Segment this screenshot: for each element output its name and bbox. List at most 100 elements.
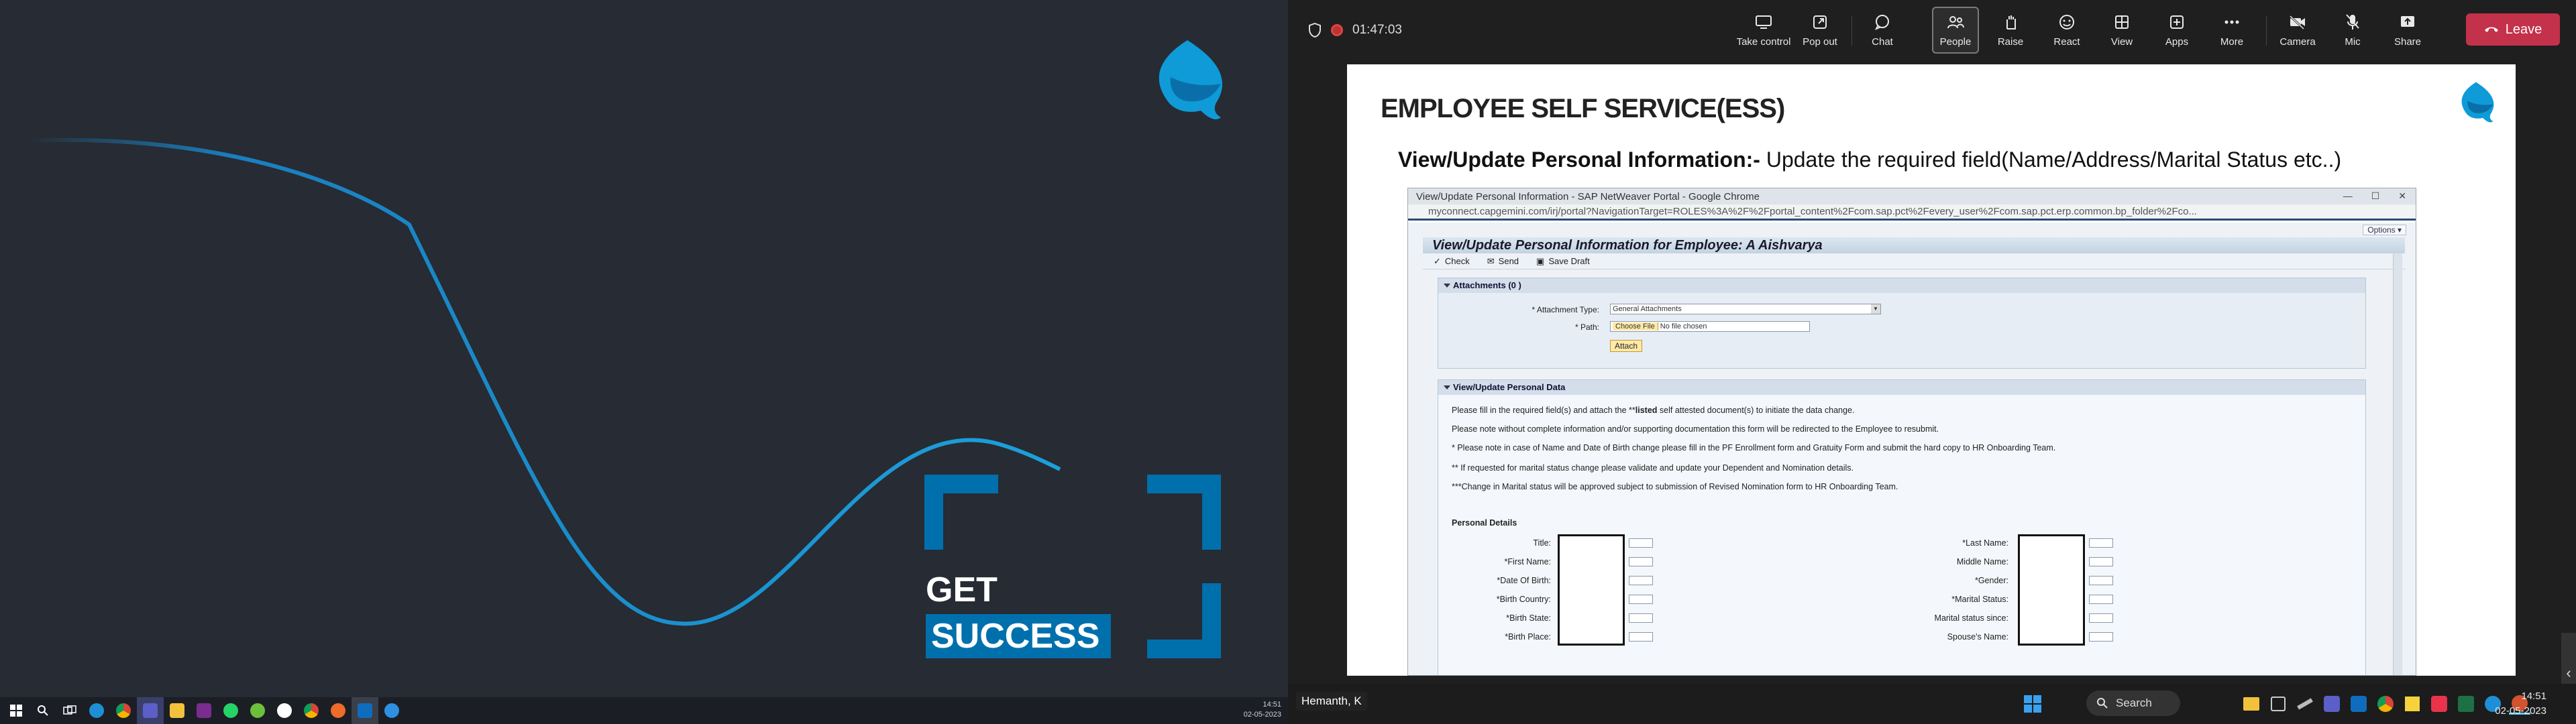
search-icon: [2097, 698, 2108, 709]
personal-data-title[interactable]: View/Update Personal Data: [1438, 380, 2365, 395]
maximize-icon[interactable]: ☐: [2371, 190, 2380, 202]
take-control-icon: [1755, 13, 1772, 31]
meeting-timer: 01:47:03: [1352, 23, 1402, 37]
file-explorer-icon[interactable]: [164, 697, 191, 724]
marital-status-select[interactable]: [2089, 595, 2113, 604]
search-icon[interactable]: [30, 697, 56, 724]
marital-status-since-input[interactable]: [2089, 613, 2113, 623]
slide-curve: [26, 137, 1061, 626]
sticky-notes-icon[interactable]: [2402, 693, 2423, 715]
task-view-icon[interactable]: [56, 697, 83, 724]
attach-button[interactable]: Attach: [1610, 340, 1643, 352]
check-label: Check: [1444, 256, 1470, 266]
pop-out-button[interactable]: Pop out: [1796, 7, 1843, 54]
outlook-icon[interactable]: [325, 697, 352, 724]
pop-out-label: Pop out: [1803, 36, 1837, 48]
taskbar-search[interactable]: Search: [2086, 690, 2180, 716]
react-button[interactable]: React: [2043, 7, 2090, 54]
send-button[interactable]: ✉ Send: [1487, 256, 1519, 267]
file-input[interactable]: Choose File No file chosen: [1610, 321, 1810, 332]
title-label: Title:: [1533, 538, 1551, 548]
presenter-name: Hemanth, K: [1296, 692, 1367, 711]
start-icon[interactable]: [3, 697, 30, 724]
teams-icon[interactable]: [137, 697, 164, 724]
view-button[interactable]: View: [2098, 7, 2145, 54]
more-label: More: [2220, 36, 2244, 48]
choose-file-button[interactable]: Choose File: [1613, 322, 1658, 330]
file-explorer-icon[interactable]: [2241, 693, 2262, 715]
chat-button[interactable]: Chat: [1860, 7, 1905, 54]
leave-button[interactable]: Leave: [2466, 13, 2560, 46]
outlook-mail-icon[interactable]: [352, 697, 378, 724]
network-icon[interactable]: [378, 697, 405, 724]
title-select[interactable]: [1629, 538, 1653, 548]
attachments-title[interactable]: Attachments (0 ): [1438, 278, 2365, 293]
apps-button[interactable]: Apps: [2153, 7, 2200, 54]
teams-icon[interactable]: [2321, 693, 2343, 715]
app-id-icon[interactable]: [2428, 693, 2450, 715]
people-button[interactable]: People: [1932, 7, 1979, 54]
more-button[interactable]: More: [2208, 7, 2255, 54]
send-icon: ✉: [1487, 255, 1495, 266]
save-draft-button[interactable]: ▣ Save Draft: [1536, 256, 1590, 267]
mic-button[interactable]: Mic: [2329, 7, 2376, 54]
outlook-icon[interactable]: [2348, 693, 2369, 715]
birth-place-label: *Birth Place:: [1505, 632, 1551, 642]
gender-select[interactable]: [2089, 576, 2113, 585]
excel-icon[interactable]: [2455, 693, 2477, 715]
apps-label: Apps: [2165, 36, 2189, 48]
middle-name-input[interactable]: [2089, 557, 2113, 566]
chrome-icon[interactable]: [2375, 693, 2396, 715]
camera-button[interactable]: Camera: [2274, 7, 2321, 54]
note-3: ** If requested for marital status chang…: [1452, 463, 1854, 473]
camera-label: Camera: [2279, 36, 2316, 48]
whatsapp-icon[interactable]: [217, 697, 244, 724]
share-button[interactable]: Share: [2384, 7, 2431, 54]
clock-icon[interactable]: [271, 697, 298, 724]
chrome-profile-icon[interactable]: [298, 697, 325, 724]
raise-button[interactable]: Raise: [1987, 7, 2034, 54]
birth-state-label: *Birth State:: [1506, 613, 1551, 623]
get-text: GET: [926, 570, 998, 609]
save-icon: ▣: [1536, 255, 1545, 266]
note-1: Please note without complete information…: [1452, 424, 1939, 434]
close-icon[interactable]: ✕: [2398, 190, 2406, 202]
page-scrollbar[interactable]: [2393, 253, 2402, 675]
snipping-tool-icon[interactable]: [2267, 693, 2289, 715]
chrome-icon[interactable]: [110, 697, 137, 724]
shared-slide: EMPLOYEE SELF SERVICE(ESS) View/Update P…: [1347, 64, 2516, 676]
camera-icon[interactable]: [244, 697, 271, 724]
phone-hangup-icon: [2484, 27, 2498, 32]
address-bar[interactable]: myconnect.capgemini.com/irj/portal?Navig…: [1408, 204, 2416, 221]
last-name-input[interactable]: [2089, 538, 2113, 548]
apps-icon: [2168, 13, 2186, 31]
spouse-name-input[interactable]: [2089, 632, 2113, 642]
left-clock-date: 02-05-2023: [1243, 711, 1281, 719]
onenote-icon[interactable]: [191, 697, 217, 724]
mic-label: Mic: [2345, 36, 2361, 48]
options-button[interactable]: Options ▾: [2363, 225, 2406, 235]
pen-icon[interactable]: [2294, 693, 2316, 715]
browser-title: View/Update Personal Information - SAP N…: [1416, 190, 1760, 202]
first-name-input[interactable]: [1629, 557, 1653, 566]
take-control-button[interactable]: Take control: [1733, 7, 1794, 54]
left-clock[interactable]: 14:51 02-05-2023: [1244, 700, 1281, 720]
birth-place-input[interactable]: [1629, 632, 1653, 642]
date-of-birth-input[interactable]: [1629, 576, 1653, 585]
right-taskbar: Hemanth, K Search 14:51 02-05-2023: [1288, 684, 2576, 724]
start-icon[interactable]: [2022, 693, 2043, 715]
check-button[interactable]: ✓ Check: [1434, 256, 1470, 267]
edge-icon[interactable]: [83, 697, 110, 724]
birth-country-select[interactable]: [1629, 595, 1653, 604]
note-0: Please fill in the required field(s) and…: [1452, 406, 1854, 415]
left-clock-time: 14:51: [1263, 701, 1281, 709]
right-clock[interactable]: 14:51 02-05-2023: [2495, 689, 2546, 719]
search-label: Search: [2116, 697, 2152, 709]
take-control-label: Take control: [1736, 36, 1791, 48]
pop-out-icon: [1811, 13, 1829, 31]
share-icon: [2399, 13, 2416, 31]
attachment-type-select[interactable]: General Attachments ▼: [1610, 304, 1881, 314]
personal-details-title: Personal Details: [1452, 518, 1517, 528]
minimize-icon[interactable]: —: [2343, 190, 2353, 202]
birth-state-input[interactable]: [1629, 613, 1653, 623]
